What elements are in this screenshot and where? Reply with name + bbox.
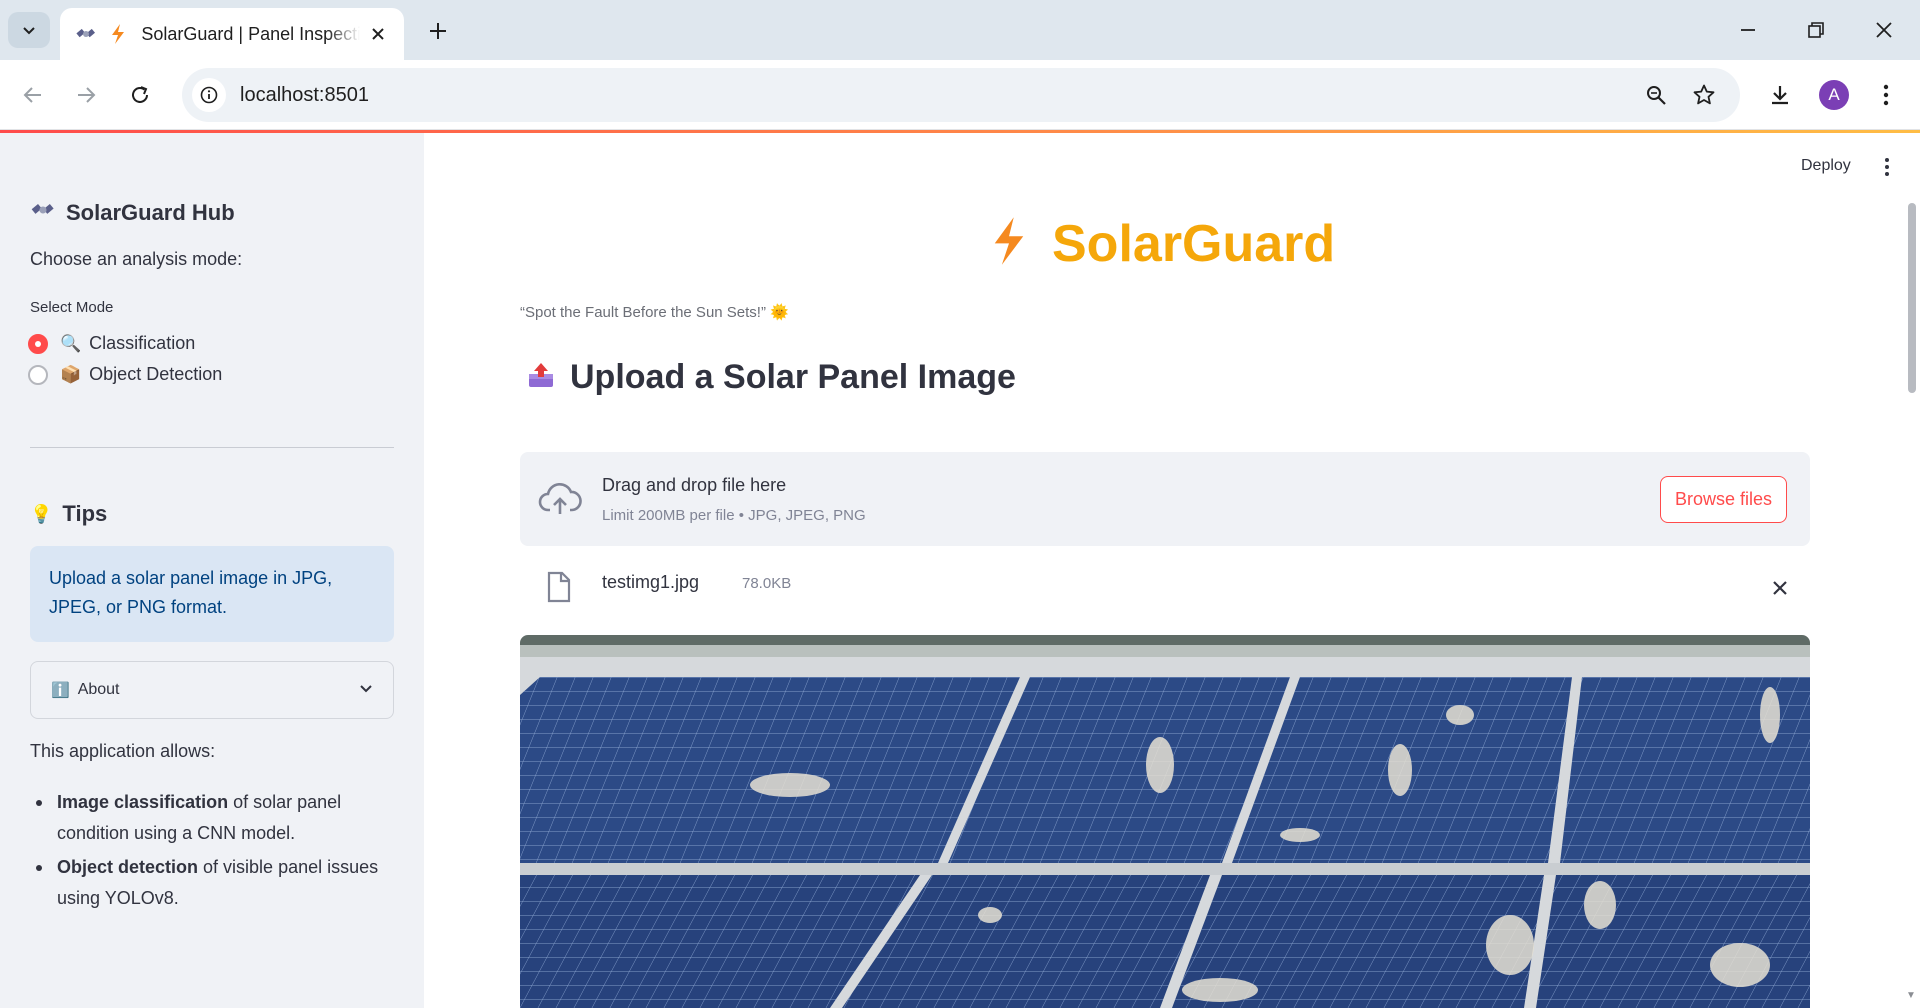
- uploaded-file-row: testimg1.jpg 78.0KB: [520, 563, 1810, 613]
- minimize-button[interactable]: [1730, 14, 1766, 46]
- app-title-text: SolarGuard: [1052, 214, 1336, 273]
- panel-cells-front-row: [520, 875, 1810, 1008]
- sidebar-title: SolarGuard Hub: [30, 197, 235, 229]
- tab-search-button[interactable]: [8, 12, 50, 48]
- scroll-down-arrow[interactable]: ▼: [1906, 990, 1916, 1001]
- list-item: Object detection of visible panel issues…: [30, 852, 390, 914]
- info-icon[interactable]: [192, 78, 226, 112]
- download-button[interactable]: [1762, 77, 1798, 113]
- radio-label[interactable]: Classification: [89, 333, 195, 354]
- restore-button[interactable]: [1798, 14, 1834, 46]
- dropzone-title: Drag and drop file here: [602, 475, 787, 495]
- file-name: testimg1.jpg: [602, 572, 700, 592]
- expander-label[interactable]: About: [78, 681, 120, 699]
- feature-bold: Image classification: [57, 792, 229, 812]
- address-bar[interactable]: localhost:8501: [182, 68, 1740, 122]
- minimize-icon: [1741, 29, 1755, 31]
- reload-button[interactable]: [122, 77, 158, 113]
- uploaded-solar-panel-image: [520, 635, 1810, 1008]
- feature-bold: Object detection: [57, 857, 199, 877]
- star-icon[interactable]: [1686, 77, 1722, 113]
- chevron-down-icon[interactable]: [359, 681, 373, 700]
- browser-tab-bar: SolarGuard | Panel Inspection: [0, 0, 1920, 60]
- forward-icon: [78, 87, 96, 103]
- tips-heading: 💡 Tips: [30, 501, 107, 527]
- upload-heading: Upload a Solar Panel Image: [526, 358, 1016, 397]
- satellite-icon: [74, 22, 98, 46]
- sidebar-divider: [30, 447, 394, 448]
- close-icon[interactable]: [366, 22, 390, 46]
- lightbulb-icon: 💡: [30, 503, 53, 524]
- tab-title: SolarGuard | Panel Inspection: [141, 23, 361, 44]
- file-size: 78.0KB: [742, 575, 792, 592]
- choose-mode-text: Choose an analysis mode:: [30, 249, 243, 269]
- feature-list: Image classification of solar panel cond…: [30, 787, 390, 917]
- radio-classification[interactable]: 🔍 Classification: [28, 333, 195, 354]
- main-content: Deploy ▼ SolarGuard “Spot the Fault Befo…: [424, 133, 1920, 1008]
- download-icon: [1772, 86, 1788, 105]
- reload-icon: [132, 86, 148, 103]
- browser-tab[interactable]: SolarGuard | Panel Inspection: [60, 8, 404, 60]
- lightning-icon: [990, 213, 1028, 274]
- tips-heading-text: Tips: [62, 501, 108, 526]
- zoom-icon[interactable]: [1638, 77, 1674, 113]
- browse-files-button[interactable]: Browse files: [1660, 476, 1787, 523]
- about-expander[interactable]: ℹ️ About: [30, 661, 394, 719]
- list-item: Image classification of solar panel cond…: [30, 787, 390, 849]
- main-menu-button[interactable]: [1875, 155, 1899, 179]
- sidebar: SolarGuard Hub Choose an analysis mode: …: [0, 133, 424, 1008]
- chevron-down-icon: [23, 27, 35, 35]
- close-window-button[interactable]: [1866, 14, 1902, 46]
- radio-button-checked[interactable]: [28, 333, 48, 354]
- dropzone-limit: Limit 200MB per file • JPG, JPEG, PNG: [602, 507, 866, 524]
- info-icon: ℹ️: [51, 682, 70, 699]
- close-icon[interactable]: [1767, 575, 1793, 601]
- more-vert-icon: [1883, 84, 1889, 106]
- sidebar-title-text: SolarGuard Hub: [66, 200, 235, 225]
- satellite-icon: [30, 197, 56, 229]
- deploy-button[interactable]: Deploy: [1801, 157, 1851, 175]
- browser-toolbar: localhost:8501 A: [0, 60, 1920, 130]
- package-icon: 📦: [60, 364, 82, 384]
- more-vert-icon: [1885, 158, 1889, 176]
- cloud-upload-icon: [538, 480, 582, 523]
- browser-menu-button[interactable]: [1868, 77, 1904, 113]
- back-icon: [23, 87, 41, 103]
- upload-heading-text: Upload a Solar Panel Image: [570, 358, 1016, 396]
- lightning-icon: [106, 22, 130, 46]
- forward-button[interactable]: [68, 77, 104, 113]
- new-tab-button[interactable]: [423, 16, 453, 46]
- radio-label[interactable]: Object Detection: [89, 364, 222, 385]
- back-button[interactable]: [15, 77, 51, 113]
- select-mode-label: Select Mode: [30, 299, 114, 316]
- info-alert-text: Upload a solar panel image in JPG, JPEG,…: [49, 568, 333, 617]
- scrollbar-thumb[interactable]: [1908, 203, 1916, 393]
- url-text[interactable]: localhost:8501: [240, 84, 369, 107]
- info-alert: Upload a solar panel image in JPG, JPEG,…: [30, 546, 394, 642]
- radio-object-detection[interactable]: 📦 Object Detection: [28, 364, 222, 385]
- restore-icon: [1808, 22, 1824, 38]
- magnifier-icon: 🔍: [60, 333, 82, 353]
- allows-text: This application allows:: [30, 741, 216, 761]
- radio-button[interactable]: [28, 364, 48, 385]
- close-window-icon: [1876, 22, 1892, 38]
- tagline: “Spot the Fault Before the Sun Sets!” 🌞: [520, 304, 789, 321]
- file-icon: [546, 571, 572, 608]
- plus-icon: [430, 23, 446, 39]
- outbox-tray-icon: [526, 360, 556, 395]
- file-dropzone[interactable]: Drag and drop file here Limit 200MB per …: [520, 452, 1810, 546]
- profile-avatar[interactable]: A: [1819, 80, 1849, 110]
- app-title: SolarGuard: [990, 213, 1335, 274]
